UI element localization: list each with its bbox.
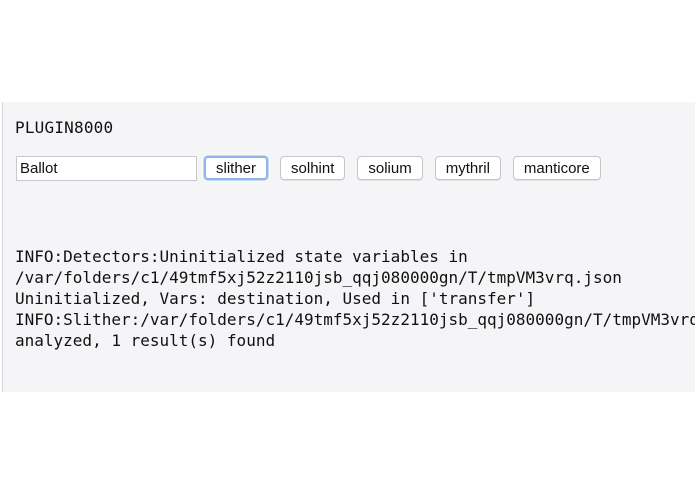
- plugin-panel: PLUGIN8000 slither solhint solium mythri…: [2, 102, 695, 392]
- output-line: Uninitialized, Vars: destination, Used i…: [15, 289, 536, 308]
- plugin-controls: slither solhint solium mythril manticore: [16, 155, 613, 181]
- solhint-button[interactable]: solhint: [280, 156, 346, 180]
- contract-name-input[interactable]: [16, 155, 197, 181]
- slither-button[interactable]: slither: [204, 156, 269, 180]
- analysis-output: INFO:Detectors:Uninitialized state varia…: [15, 246, 695, 351]
- output-line: INFO:Detectors:Uninitialized state varia…: [15, 247, 468, 266]
- output-line: analyzed, 1 result(s) found: [15, 331, 276, 350]
- output-line: INFO:Slither:/var/folders/c1/49tmf5xj52z…: [15, 310, 695, 329]
- output-line: /var/folders/c1/49tmf5xj52z2110jsb_qqj08…: [15, 268, 622, 287]
- plugin-title: PLUGIN8000: [15, 118, 114, 137]
- manticore-button[interactable]: manticore: [512, 156, 601, 180]
- mythril-button[interactable]: mythril: [434, 156, 501, 180]
- solium-button[interactable]: solium: [357, 156, 423, 180]
